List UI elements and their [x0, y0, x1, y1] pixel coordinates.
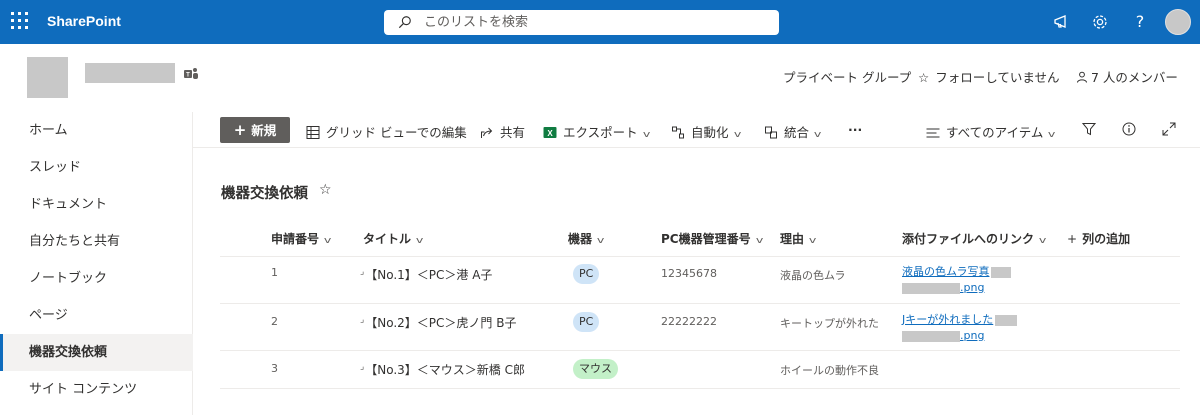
site-name[interactable]: [85, 63, 175, 83]
column-header-attachment[interactable]: 添付ファイルへのリンク v: [902, 230, 1047, 247]
megaphone-icon[interactable]: [1052, 12, 1072, 32]
automate-icon: [672, 126, 684, 139]
cell-reason: ホイールの動作不良: [780, 364, 879, 377]
nav-item-documents[interactable]: ドキュメント: [0, 186, 193, 223]
attachment-link[interactable]: Jキーが外れました .png: [902, 312, 1018, 344]
star-icon: ☆: [918, 70, 930, 85]
share-button[interactable]: 共有: [480, 122, 525, 141]
site-logo[interactable]: [27, 57, 68, 98]
column-header-device[interactable]: 機器 v: [568, 230, 605, 247]
chevron-down-icon: v: [642, 130, 651, 140]
chevron-down-icon: v: [733, 130, 741, 140]
add-column-button[interactable]: + 列の追加: [1067, 230, 1130, 247]
new-item-icon: ⌟: [360, 362, 365, 372]
chevron-down-icon: v: [415, 236, 424, 246]
members-button[interactable]: 7 人のメンバー: [1076, 67, 1178, 86]
cell-reason: 液晶の色ムラ: [780, 269, 846, 282]
cell-title[interactable]: ⌟【No.2】＜PC＞虎ノ門 B子: [360, 314, 516, 331]
nav-item-device-exchange[interactable]: 機器交換依頼: [0, 334, 193, 371]
command-bar: + 新規 グリッド ビューでの編集 共有 X エクスポート v 自動化 v 統合…: [193, 112, 1200, 148]
cell-id: 3: [271, 362, 278, 375]
search-box[interactable]: [384, 10, 779, 35]
search-icon: [398, 16, 411, 29]
view-selector[interactable]: すべてのアイテム v: [926, 122, 1056, 141]
list-view-icon: [926, 128, 940, 138]
follow-button[interactable]: ☆ フォローしていません: [918, 67, 1059, 86]
person-icon: [1077, 71, 1087, 83]
nav-item-threads[interactable]: スレッド: [0, 149, 193, 186]
column-header-id[interactable]: 申請番号 v: [271, 230, 332, 247]
suite-bar: SharePoint ?: [0, 0, 1200, 44]
app-brand[interactable]: SharePoint: [47, 13, 121, 29]
search-input[interactable]: [424, 12, 764, 33]
device-pill: PC: [573, 264, 600, 284]
cell-title[interactable]: ⌟【No.1】＜PC＞港 A子: [360, 266, 492, 283]
plus-icon: +: [233, 121, 247, 139]
list-title: 機器交換依頼: [221, 186, 308, 202]
chevron-down-icon: v: [813, 130, 822, 140]
expand-icon[interactable]: [1162, 122, 1176, 136]
left-navigation: ホーム スレッド ドキュメント 自分たちと共有 ノートブック ページ 機器交換依…: [0, 112, 193, 415]
nav-item-notebook[interactable]: ノートブック: [0, 260, 193, 297]
cell-id: 2: [271, 315, 278, 328]
cell-id: 1: [271, 266, 278, 279]
cell-pc-number: 12345678: [661, 267, 717, 280]
device-pill: マウス: [573, 359, 618, 379]
chevron-down-icon: v: [755, 236, 764, 246]
column-header-title[interactable]: タイトル v: [363, 230, 424, 247]
chevron-down-icon: v: [323, 236, 332, 246]
column-header-reason[interactable]: 理由 v: [780, 230, 817, 247]
filter-icon[interactable]: [1082, 122, 1096, 136]
gear-icon[interactable]: [1090, 12, 1110, 32]
automate-button[interactable]: 自動化 v: [671, 122, 741, 141]
new-item-icon: ⌟: [360, 315, 365, 325]
share-icon: [481, 127, 493, 138]
chevron-down-icon: v: [1038, 236, 1047, 246]
teams-icon[interactable]: T: [183, 66, 199, 82]
app-launcher-icon[interactable]: [11, 12, 29, 30]
grid-icon: [306, 126, 320, 139]
nav-item-pages[interactable]: ページ: [0, 297, 193, 334]
excel-icon: X: [543, 127, 557, 138]
cell-reason: キートップが外れた: [780, 317, 879, 330]
column-header-pc-number[interactable]: PC機器管理番号 v: [661, 230, 764, 247]
attachment-link[interactable]: 液晶の色ムラ写真 .png: [902, 264, 1012, 296]
nav-item-home[interactable]: ホーム: [0, 112, 193, 149]
device-pill: PC: [573, 312, 600, 332]
chevron-down-icon: v: [596, 236, 605, 246]
new-item-icon: ⌟: [360, 267, 365, 277]
user-avatar[interactable]: [1165, 9, 1191, 35]
grid-edit-button[interactable]: グリッド ビューでの編集: [306, 122, 467, 141]
more-commands-button[interactable]: ···: [848, 122, 862, 137]
help-icon[interactable]: ?: [1130, 12, 1150, 32]
svg-text:X: X: [547, 129, 553, 138]
cell-pc-number: 22222222: [661, 315, 717, 328]
export-button[interactable]: X エクスポート v: [543, 122, 651, 141]
new-button[interactable]: + 新規: [220, 117, 290, 143]
plus-icon: +: [1067, 232, 1078, 246]
cell-title[interactable]: ⌟【No.3】＜マウス＞新橋 C郎: [360, 361, 525, 378]
info-icon[interactable]: [1122, 122, 1136, 136]
chevron-down-icon: v: [808, 236, 817, 246]
svg-text:T: T: [186, 73, 190, 79]
nav-item-site-contents[interactable]: サイト コンテンツ: [0, 371, 193, 408]
nav-item-shared-with-us[interactable]: 自分たちと共有: [0, 223, 193, 260]
chevron-down-icon: v: [1048, 130, 1056, 140]
favorite-star-icon[interactable]: ☆: [319, 182, 332, 198]
private-group-label: プライベート グループ: [783, 70, 912, 85]
site-header: T プライベート グループ ☆ フォローしていません 7 人のメンバー: [0, 44, 1200, 112]
integrate-button[interactable]: 統合 v: [764, 122, 822, 141]
integrate-icon: [765, 126, 777, 139]
